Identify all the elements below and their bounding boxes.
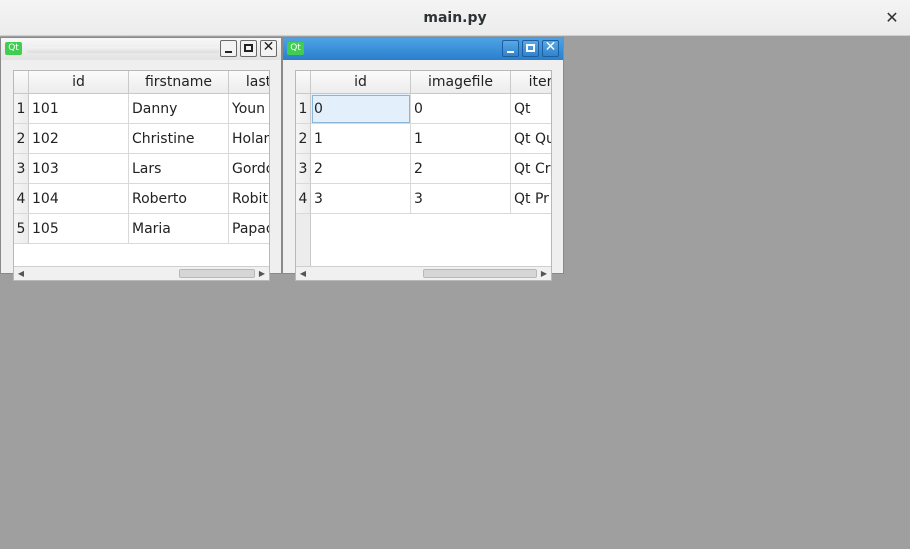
table-cell[interactable]: Youn	[229, 94, 269, 124]
column-header[interactable]: id	[311, 71, 411, 94]
minimize-button[interactable]	[220, 40, 237, 57]
main-titlebar: main.py ✕	[0, 0, 910, 36]
maximize-icon	[526, 44, 535, 52]
table-cell[interactable]: Gordo	[229, 154, 269, 184]
qt-logo-icon: Qt	[287, 42, 304, 55]
minimize-icon	[225, 51, 232, 53]
qt-logo-icon: Qt	[5, 42, 22, 55]
table-cell[interactable]: Qt	[511, 94, 551, 124]
table-cell[interactable]: Qt Pr	[511, 184, 551, 214]
table-cell[interactable]: Lars	[129, 154, 229, 184]
row-header[interactable]: 4	[14, 184, 29, 214]
table-cell[interactable]: 2	[411, 154, 511, 184]
close-icon: ✕	[262, 39, 275, 55]
maximize-button[interactable]	[240, 40, 257, 57]
table-cell[interactable]: 101	[29, 94, 129, 124]
scroll-left-icon[interactable]: ◀	[296, 267, 310, 280]
scroll-right-icon[interactable]: ▶	[537, 267, 551, 280]
table-cell[interactable]: 105	[29, 214, 129, 244]
scroll-right-icon[interactable]: ▶	[255, 267, 269, 280]
table-cell[interactable]: Qt Cr	[511, 154, 551, 184]
scrollbar-thumb[interactable]	[423, 269, 537, 278]
table-cell[interactable]: Maria	[129, 214, 229, 244]
table-cell[interactable]: Roberto	[129, 184, 229, 214]
table-cell[interactable]: 2	[311, 154, 411, 184]
scroll-left-icon[interactable]: ◀	[14, 267, 28, 280]
row-header-empty-area	[296, 214, 311, 268]
table-view[interactable]: id firstname last 1 101 Danny Youn 2 102…	[13, 70, 270, 281]
close-button[interactable]: ✕	[260, 39, 277, 57]
column-header[interactable]: iter	[511, 71, 551, 94]
minimize-icon	[507, 51, 514, 53]
table-corner-button[interactable]	[14, 71, 29, 94]
row-header[interactable]: 4	[296, 184, 311, 214]
row-header[interactable]: 5	[14, 214, 29, 244]
table-cell[interactable]: Christine	[129, 124, 229, 154]
window-title: main.py	[423, 10, 487, 26]
table-cell[interactable]: Qt Qu	[511, 124, 551, 154]
table-corner-button[interactable]	[296, 71, 311, 94]
maximize-button[interactable]	[522, 40, 539, 57]
table-cell[interactable]: Holan	[229, 124, 269, 154]
column-header[interactable]: id	[29, 71, 129, 94]
row-header[interactable]: 1	[14, 94, 29, 124]
subwindow-titlebar[interactable]: Qt ✕	[283, 38, 563, 60]
table-cell[interactable]: 103	[29, 154, 129, 184]
minimize-button[interactable]	[502, 40, 519, 57]
table-cell[interactable]: 3	[411, 184, 511, 214]
subwindow-title-strip	[27, 47, 219, 53]
row-header[interactable]: 1	[296, 94, 311, 124]
table-cell[interactable]: Danny	[129, 94, 229, 124]
column-header[interactable]: last	[229, 71, 269, 94]
close-button[interactable]: ✕	[542, 39, 559, 57]
scrollbar-thumb[interactable]	[179, 269, 255, 278]
close-icon: ✕	[544, 39, 557, 55]
subwindow-titlebar[interactable]: Qt ✕	[1, 38, 281, 60]
table-cell[interactable]: 104	[29, 184, 129, 214]
column-header[interactable]: firstname	[129, 71, 229, 94]
table-cell[interactable]: 0	[411, 94, 511, 124]
maximize-icon	[244, 44, 253, 52]
table-cell[interactable]: 1	[411, 124, 511, 154]
row-header[interactable]: 2	[14, 124, 29, 154]
table-cell[interactable]: 102	[29, 124, 129, 154]
table-cell[interactable]: 1	[311, 124, 411, 154]
table-view[interactable]: id imagefile iter 1 0 0 Qt 2 1 1 Qt Qu 3…	[295, 70, 552, 281]
row-header[interactable]: 2	[296, 124, 311, 154]
table-cell[interactable]: 3	[311, 184, 411, 214]
subwindow-items[interactable]: Qt ✕ id imagefile iter 1 0 0 Qt 2 1 1 Qt…	[282, 37, 564, 281]
column-header[interactable]: imagefile	[411, 71, 511, 94]
subwindow-employees[interactable]: Qt ✕ id firstname last 1 101 Danny Youn …	[0, 37, 282, 281]
horizontal-scrollbar[interactable]: ◀ ▶	[296, 266, 551, 280]
close-window-button[interactable]: ✕	[880, 6, 904, 30]
table-cell-selected[interactable]: 0	[311, 94, 411, 124]
row-header[interactable]: 3	[14, 154, 29, 184]
table-cell[interactable]: Robit	[229, 184, 269, 214]
row-header[interactable]: 3	[296, 154, 311, 184]
table-cell[interactable]: Papad	[229, 214, 269, 244]
horizontal-scrollbar[interactable]: ◀ ▶	[14, 266, 269, 280]
